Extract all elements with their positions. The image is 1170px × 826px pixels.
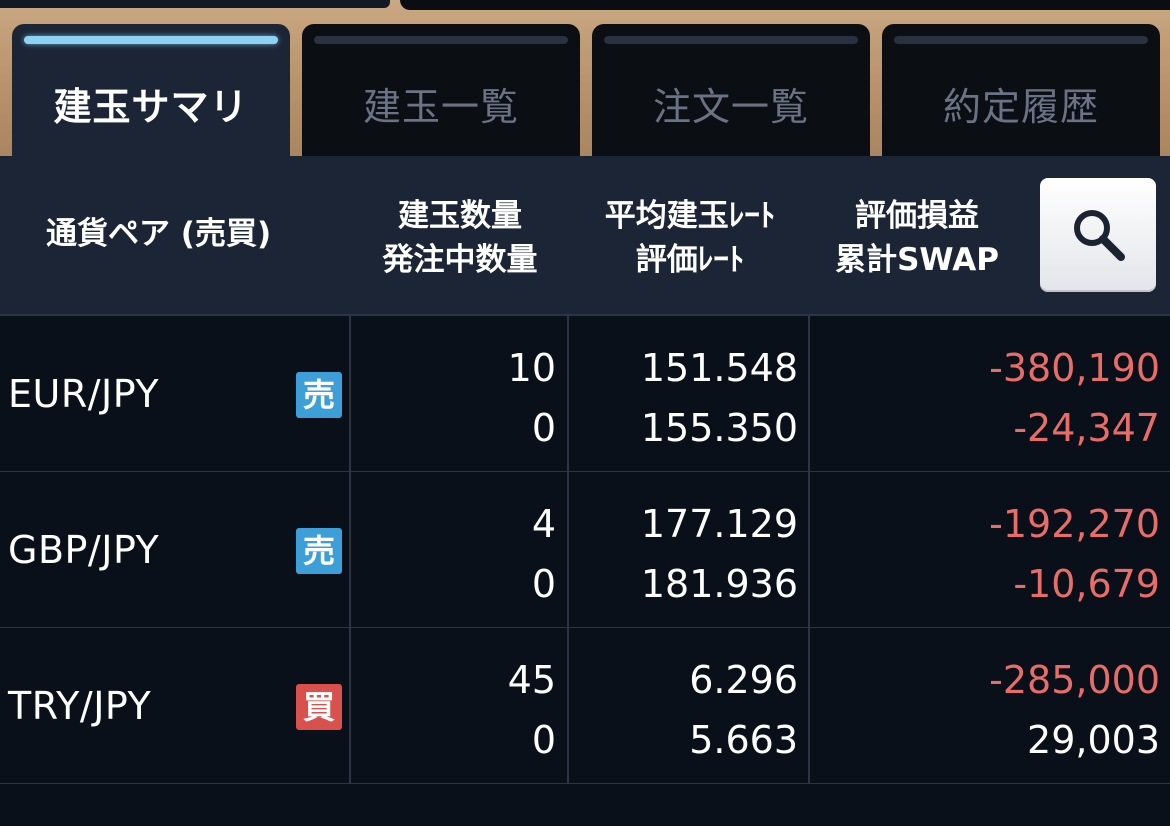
eval-rate: 181.936	[640, 562, 798, 606]
eval-rate: 155.350	[640, 406, 798, 450]
tab-label: 建玉一覧	[362, 85, 519, 129]
side-badge-sell: 売	[296, 528, 342, 574]
header-rate-line1: 平均建玉ﾚｰﾄ	[604, 198, 776, 234]
positions-summary-screen: 建玉サマリ 建玉一覧 注文一覧 約定履歴 通貨ペア (売買) 建玉数量 発注中数…	[0, 0, 1170, 826]
pending-qty: 0	[531, 718, 556, 762]
currency-pair: EUR/JPY	[8, 372, 160, 416]
table-row[interactable]: EUR/JPY 売 10 0 151.548 155.350 -380,190 …	[0, 316, 1170, 472]
position-qty: 10	[507, 346, 556, 390]
position-qty: 45	[507, 658, 556, 702]
header-pl-line2: 累計SWAP	[835, 242, 999, 278]
tab-indicator	[604, 36, 858, 44]
currency-pair: TRY/JPY	[8, 684, 152, 728]
tab-indicator	[314, 36, 568, 44]
currency-pair: GBP/JPY	[8, 528, 160, 572]
tab-execution-history[interactable]: 約定履歴	[882, 24, 1160, 156]
top-strip	[0, 0, 1170, 12]
table-row[interactable]: TRY/JPY 買 45 0 6.296 5.663 -285,000 29,0…	[0, 628, 1170, 784]
pending-qty: 0	[531, 406, 556, 450]
header-profit-loss: 評価損益 累計SWAP	[810, 194, 1024, 282]
position-qty: 4	[531, 502, 556, 546]
search-icon	[1074, 210, 1125, 261]
tab-label: 約定履歴	[942, 85, 1099, 129]
tab-bar: 建玉サマリ 建玉一覧 注文一覧 約定履歴	[0, 0, 1170, 156]
tab-position-list[interactable]: 建玉一覧	[302, 24, 580, 156]
tab-indicator	[894, 36, 1148, 44]
side-badge-sell: 売	[296, 372, 342, 418]
header-qty-line1: 建玉数量	[398, 198, 522, 234]
pending-qty: 0	[531, 562, 556, 606]
header-qty-line2: 発注中数量	[382, 242, 538, 278]
side-badge-buy: 買	[296, 684, 342, 730]
cumulative-swap: -24,347	[1013, 406, 1160, 450]
unrealized-pl: -192,270	[989, 502, 1160, 546]
tab-position-summary[interactable]: 建玉サマリ	[12, 24, 290, 156]
eval-rate: 5.663	[689, 718, 798, 762]
tab-label: 建玉サマリ	[53, 85, 249, 129]
header-pl-line1: 評価損益	[855, 198, 979, 234]
avg-rate: 177.129	[640, 502, 798, 546]
header-pair: 通貨ペア (売買)	[46, 216, 272, 252]
cumulative-swap: -10,679	[1013, 562, 1160, 606]
tab-indicator	[24, 36, 278, 44]
search-button[interactable]	[1040, 178, 1156, 292]
cumulative-swap: 29,003	[1027, 718, 1160, 762]
header-rate: 平均建玉ﾚｰﾄ 評価ﾚｰﾄ	[575, 194, 805, 282]
avg-rate: 151.548	[640, 346, 798, 390]
positions-table: EUR/JPY 売 10 0 151.548 155.350 -380,190 …	[0, 316, 1170, 784]
table-header: 通貨ペア (売買) 建玉数量 発注中数量 平均建玉ﾚｰﾄ 評価ﾚｰﾄ 評価損益 …	[0, 156, 1170, 316]
unrealized-pl: -380,190	[989, 346, 1160, 390]
unrealized-pl: -285,000	[989, 658, 1160, 702]
avg-rate: 6.296	[689, 658, 798, 702]
header-quantity: 建玉数量 発注中数量	[360, 194, 560, 282]
tab-order-list[interactable]: 注文一覧	[592, 24, 870, 156]
header-rate-line2: 評価ﾚｰﾄ	[635, 242, 745, 278]
tab-label: 注文一覧	[652, 85, 809, 129]
table-row[interactable]: GBP/JPY 売 4 0 177.129 181.936 -192,270 -…	[0, 472, 1170, 628]
